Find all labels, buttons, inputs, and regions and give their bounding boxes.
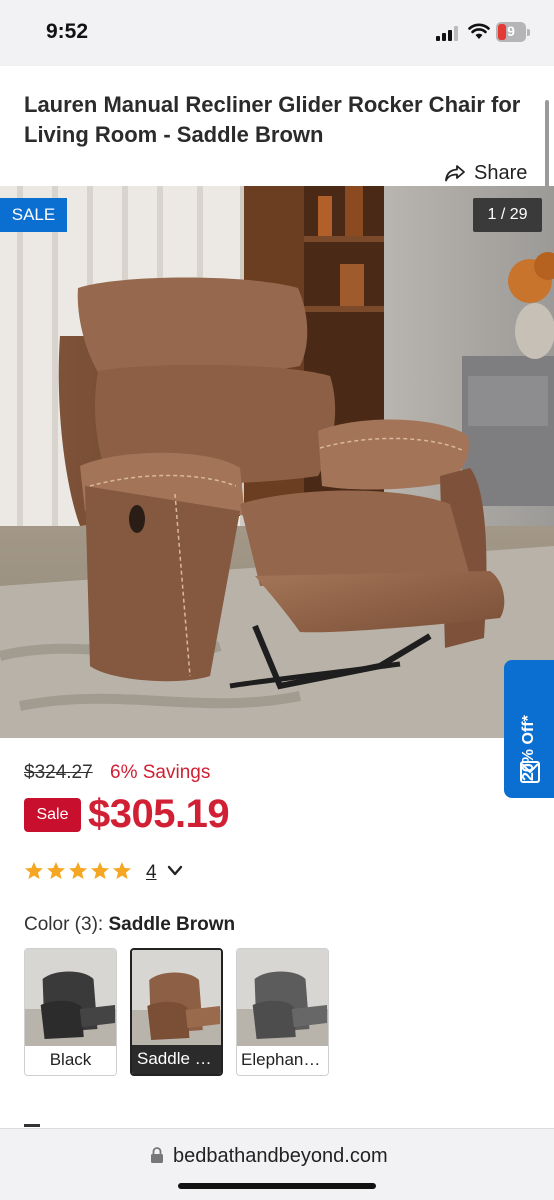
original-price: $324.27 bbox=[24, 762, 93, 783]
color-swatch-saddle-brown[interactable]: Saddle Brown bbox=[130, 948, 223, 1076]
chevron-down-icon[interactable] bbox=[166, 864, 184, 878]
wifi-icon bbox=[468, 23, 490, 39]
swatch-image-elephant-grey bbox=[237, 949, 328, 1046]
lock-icon bbox=[151, 1147, 163, 1163]
home-indicator[interactable] bbox=[178, 1183, 376, 1189]
sale-flag: SALE bbox=[0, 198, 67, 232]
battery-level-text: 9 bbox=[507, 23, 515, 39]
swatch-image-saddle-brown bbox=[132, 950, 221, 1047]
section-divider bbox=[24, 1124, 40, 1127]
color-swatch-black[interactable]: Black bbox=[24, 948, 117, 1076]
savings-text: 6% Savings bbox=[110, 762, 211, 783]
status-time: 9:52 bbox=[46, 20, 89, 43]
email-offer-icon bbox=[520, 761, 540, 783]
sale-badge: Sale bbox=[24, 798, 81, 832]
star-icon bbox=[25, 862, 43, 879]
rating-stars[interactable] bbox=[24, 861, 132, 881]
browser-url-bar[interactable]: bedbathandbeyond.com bbox=[0, 1128, 554, 1200]
star-icon bbox=[47, 862, 65, 879]
swatch-label: Elephant Grey bbox=[237, 1046, 328, 1075]
image-counter: 1 / 29 bbox=[473, 198, 542, 232]
url-text[interactable]: bedbathandbeyond.com bbox=[173, 1145, 388, 1168]
swatch-label: Black bbox=[25, 1046, 116, 1075]
share-icon bbox=[445, 165, 465, 182]
swatch-image-black bbox=[25, 949, 116, 1046]
star-icon bbox=[69, 862, 87, 879]
sale-price: $305.19 bbox=[88, 792, 230, 836]
signal-icon bbox=[436, 26, 458, 41]
swatch-label: Saddle Brown bbox=[132, 1045, 221, 1074]
recliner-product-image bbox=[0, 186, 554, 738]
share-button[interactable]: Share bbox=[444, 158, 527, 188]
page-scrollbar[interactable] bbox=[545, 100, 549, 192]
review-count-link[interactable]: 4 bbox=[146, 862, 157, 884]
share-label: Share bbox=[474, 161, 528, 184]
color-selected-name: Saddle Brown bbox=[108, 914, 236, 935]
status-bar: 9:52 9 bbox=[0, 0, 554, 66]
product-image-gallery[interactable] bbox=[0, 186, 554, 738]
star-icon bbox=[91, 862, 109, 879]
color-label-prefix: Color (3): bbox=[24, 914, 104, 935]
battery-icon: 9 bbox=[496, 22, 530, 42]
color-swatch-elephant-grey[interactable]: Elephant Grey bbox=[236, 948, 329, 1076]
product-title: Lauren Manual Recliner Glider Rocker Cha… bbox=[24, 92, 521, 147]
promo-discount-tab[interactable]: 20% Off* bbox=[504, 660, 554, 798]
color-label: Color (3): Saddle Brown bbox=[24, 914, 235, 936]
star-icon bbox=[113, 862, 131, 879]
